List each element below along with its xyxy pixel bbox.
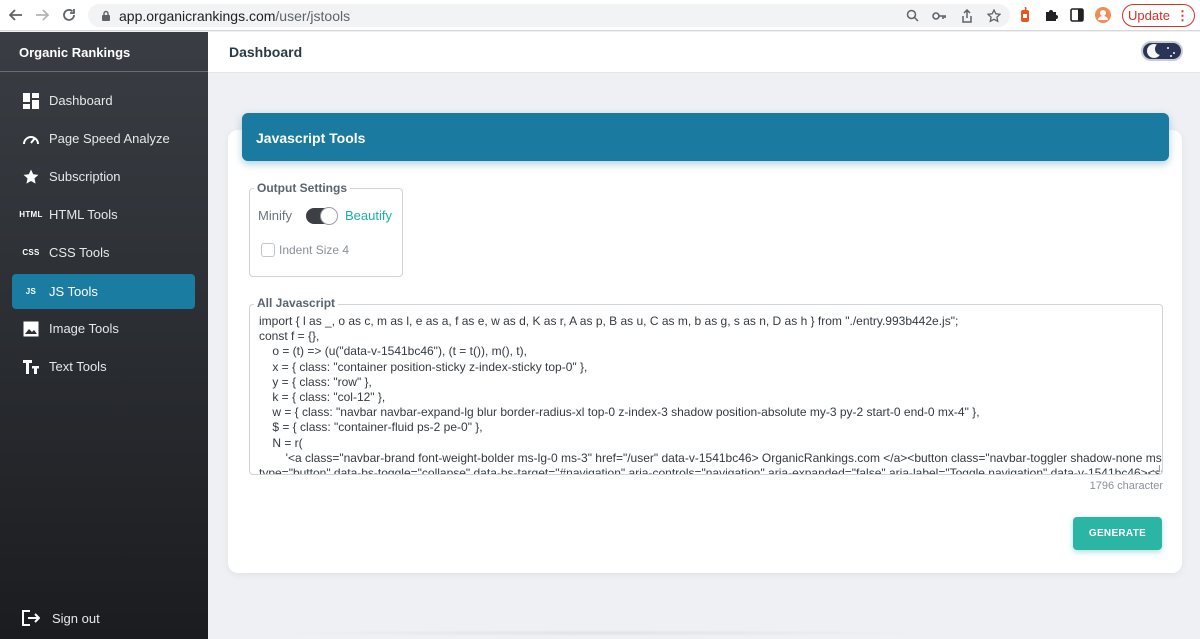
top-header: Dashboard [208, 32, 1200, 73]
sidebar-item-label: JS Tools [49, 284, 98, 299]
update-label: Update [1128, 8, 1170, 23]
address-bar-actions [904, 7, 1002, 24]
sidebar-item-label: Page Speed Analyze [49, 131, 170, 146]
sidebar-divider [0, 71, 208, 72]
sidebar-item-dashboard[interactable]: Dashboard [12, 83, 195, 118]
sidebar-item-html-tools[interactable]: HTML HTML Tools [12, 197, 195, 232]
html-icon: HTML [19, 210, 43, 219]
generate-button[interactable]: GENERATE [1073, 517, 1162, 550]
more-vertical-icon: ⋮ [1175, 7, 1189, 23]
text-icon [22, 358, 40, 376]
minify-label[interactable]: Minify [258, 208, 292, 223]
extensions-area [1016, 5, 1112, 25]
javascript-code[interactable]: import { l as _, o as c, m as l, e as a,… [259, 314, 1162, 474]
switch-knob [320, 207, 338, 225]
beautify-label[interactable]: Beautify [345, 208, 392, 223]
indent-size-label[interactable]: Indent Size 4 [279, 243, 349, 257]
sidebar-item-label: Dashboard [49, 93, 113, 108]
url-path: /user/jstools [275, 7, 351, 24]
extension-fire-icon[interactable] [1016, 5, 1034, 25]
sidebar-item-js-tools[interactable]: JS JS Tools [12, 274, 195, 309]
card-title: Javascript Tools [256, 130, 366, 146]
zoom-icon[interactable] [904, 7, 921, 24]
css-icon: CSS [22, 248, 40, 257]
key-icon[interactable] [931, 7, 948, 24]
dark-mode-toggle[interactable] [1141, 41, 1183, 61]
minify-beautify-switch[interactable] [306, 207, 338, 225]
resize-handle-icon[interactable] [1153, 465, 1160, 472]
sidebar-item-label: Text Tools [49, 359, 107, 374]
forward-arrow-icon[interactable] [30, 3, 54, 27]
sidebar-item-image-tools[interactable]: Image Tools [12, 311, 195, 346]
star-dot [1173, 52, 1175, 54]
output-settings-legend: Output Settings [254, 181, 350, 195]
star-dot [1170, 55, 1172, 57]
url-host: app.organicrankings.com [119, 7, 276, 24]
all-javascript-legend: All Javascript [254, 296, 339, 310]
speedometer-icon [22, 130, 40, 148]
reload-icon[interactable] [57, 3, 81, 27]
sidebar-item-label: HTML Tools [49, 207, 118, 222]
indent-size-checkbox[interactable] [261, 243, 275, 257]
lock-icon[interactable] [99, 9, 113, 23]
image-icon [22, 320, 40, 338]
puzzle-icon[interactable] [1042, 5, 1060, 25]
dashboard-icon [22, 92, 40, 110]
moon-icon [1147, 43, 1167, 58]
page-title: Dashboard [229, 44, 303, 60]
sidebar-item-text-tools[interactable]: Text Tools [12, 349, 195, 384]
signout-button[interactable]: Sign out [22, 609, 100, 627]
brand-title: Organic Rankings [19, 45, 131, 60]
output-settings-group [249, 188, 403, 277]
star-dot [1167, 47, 1169, 49]
card-header: Javascript Tools [242, 113, 1169, 161]
star-icon [22, 168, 40, 186]
js-icon: JS [25, 287, 37, 296]
url-text: app.organicrankings.com/user/jstools [119, 8, 350, 24]
back-arrow-icon[interactable] [4, 3, 28, 27]
browser-update-button[interactable]: Update ⋮ [1122, 4, 1195, 27]
sidebar-item-page-speed[interactable]: Page Speed Analyze [12, 121, 195, 156]
logout-icon [22, 609, 40, 627]
profile-avatar-icon[interactable] [1094, 5, 1112, 25]
character-count: 1796 character [1089, 480, 1163, 492]
javascript-textarea[interactable]: import { l as _, o as c, m as l, e as a,… [249, 304, 1163, 475]
browser-toolbar: app.organicrankings.com/user/jstools Upd… [0, 0, 1200, 31]
share-icon[interactable] [958, 7, 975, 24]
sidebar-item-label: CSS Tools [49, 245, 110, 260]
bookmark-star-icon[interactable] [985, 7, 1002, 24]
sidebar: Organic Rankings Dashboard Page Speed An… [0, 32, 208, 639]
sidebar-item-label: Subscription [49, 169, 121, 184]
footer-shadow [270, 630, 930, 636]
address-bar[interactable]: app.organicrankings.com/user/jstools [88, 4, 1010, 27]
sidebar-item-subscription[interactable]: Subscription [12, 159, 195, 194]
signout-label: Sign out [52, 610, 100, 626]
sidebar-item-css-tools[interactable]: CSS CSS Tools [12, 235, 195, 270]
sidepanel-icon[interactable] [1068, 5, 1086, 25]
sidebar-item-label: Image Tools [49, 321, 119, 336]
